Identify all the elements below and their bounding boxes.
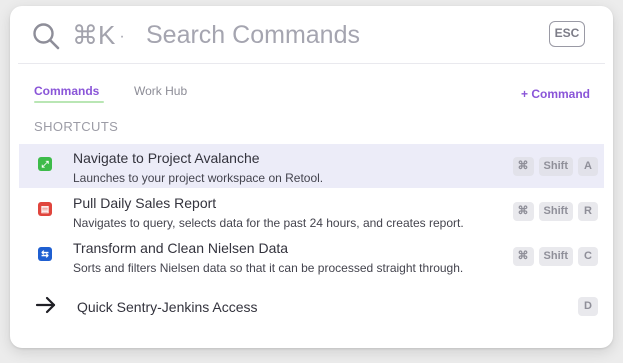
add-command-button[interactable]: + Command	[521, 87, 590, 101]
key-shift: Shift	[538, 202, 573, 221]
shortcut-hint-text: ⌘K	[72, 20, 116, 50]
divider	[18, 63, 605, 64]
arrow-right-icon	[35, 296, 56, 314]
shortcut-keys: ⌘ Shift A	[512, 157, 598, 176]
search-icon	[33, 23, 60, 50]
tab-commands-label: Commands	[34, 84, 100, 98]
tab-active-underline	[34, 101, 104, 103]
key-letter: C	[578, 247, 598, 266]
transform-icon: ⇆	[38, 247, 52, 261]
key-letter: A	[578, 157, 598, 176]
command-palette: ⌘K· ESC Commands Work Hub + Command SHOR…	[10, 6, 613, 348]
tab-work-hub[interactable]: Work Hub	[134, 84, 187, 104]
esc-button[interactable]: ESC	[549, 21, 585, 47]
shortcut-hint: ⌘K ·	[72, 20, 125, 52]
item-title: Pull Daily Sales Report	[73, 195, 217, 211]
item-description: Launches to your project workspace on Re…	[73, 171, 324, 185]
key-shift: Shift	[538, 247, 573, 266]
tab-work-hub-label: Work Hub	[134, 84, 188, 98]
item-title: Navigate to Project Avalanche	[73, 150, 260, 166]
shortcut-keys: ⌘ Shift C	[512, 247, 598, 266]
key-shift: Shift	[538, 157, 573, 176]
key-cmd: ⌘	[512, 247, 534, 266]
search-bar: ⌘K· ESC	[10, 6, 613, 64]
list-item[interactable]: ⤢ Navigate to Project Avalanche Launches…	[19, 144, 604, 188]
quick-access-item[interactable]: Quick Sentry-Jenkins Access D	[19, 292, 604, 322]
search-input[interactable]	[146, 18, 526, 52]
report-icon: ▤	[38, 202, 52, 216]
list-item[interactable]: ⇆ Transform and Clean Nielsen Data Sorts…	[19, 234, 604, 278]
key-cmd: ⌘	[512, 157, 534, 176]
section-title: SHORTCUTS	[34, 119, 119, 134]
quick-access-label: Quick Sentry-Jenkins Access	[77, 299, 258, 315]
item-description: Navigates to query, selects data for the…	[73, 216, 464, 230]
key-cmd: ⌘	[512, 202, 534, 221]
shortcut-hint-dot: ·	[119, 28, 125, 46]
key-letter: R	[578, 202, 598, 221]
tab-commands[interactable]: Commands	[34, 84, 104, 104]
key-letter: D	[578, 297, 598, 316]
expand-icon: ⤢	[38, 157, 52, 171]
list-item[interactable]: ▤ Pull Daily Sales Report Navigates to q…	[19, 189, 604, 233]
item-description: Sorts and filters Nielsen data so that i…	[73, 261, 464, 275]
shortcut-keys: ⌘ Shift R	[512, 202, 598, 221]
item-title: Transform and Clean Nielsen Data	[73, 240, 289, 256]
